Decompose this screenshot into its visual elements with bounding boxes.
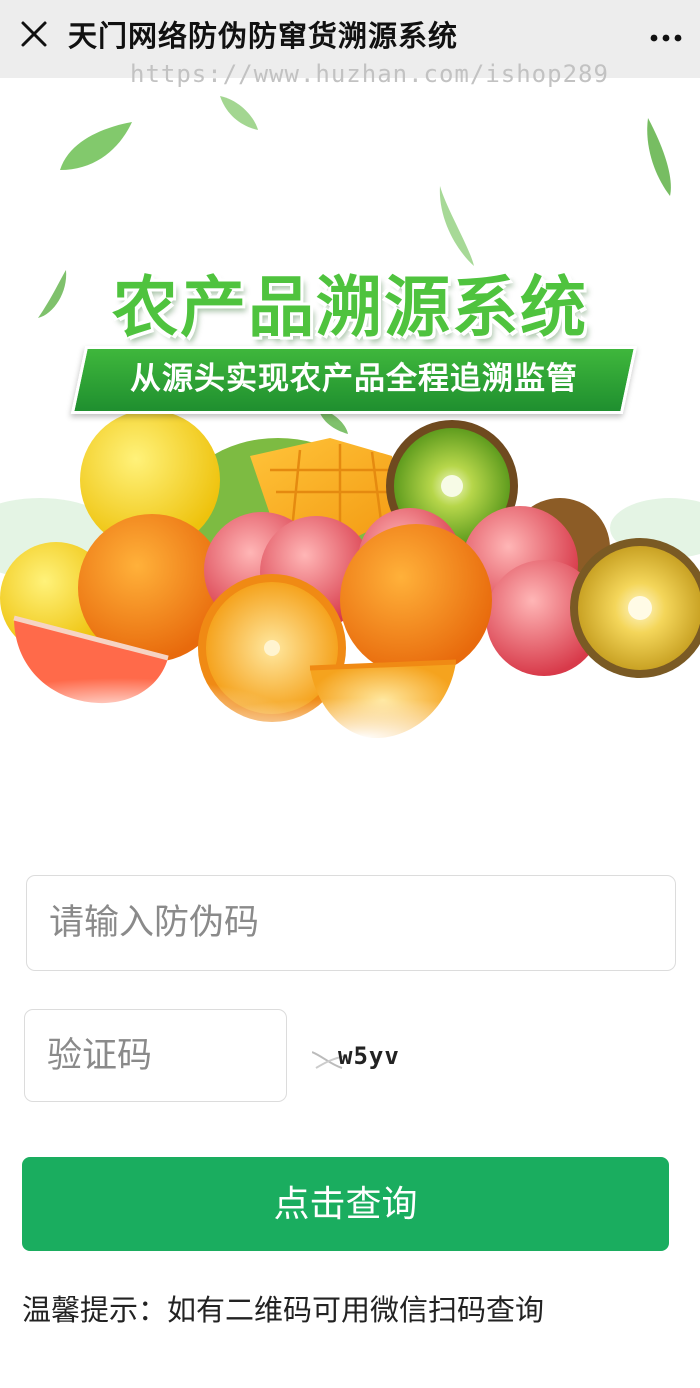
more-dots-icon[interactable] xyxy=(646,18,686,58)
banner-subtitle: 从源头实现农产品全程追溯监管 xyxy=(130,361,578,397)
page-title: 天门网络防伪防窜货溯源系统 xyxy=(68,19,459,53)
banner-image xyxy=(0,78,700,818)
captcha-text: w5yv xyxy=(338,1042,400,1070)
banner-headline: 农产品溯源系统 xyxy=(112,269,588,346)
watermark-text: https://www.huzhan.com/ishop289 xyxy=(130,60,609,88)
fruit-illustration xyxy=(0,96,700,818)
captcha-input[interactable] xyxy=(24,1009,287,1102)
tip-text: 温馨提示：如有二维码可用微信扫码查询 xyxy=(22,1293,545,1327)
query-button[interactable]: 点击查询 xyxy=(22,1157,669,1251)
close-icon[interactable] xyxy=(14,14,54,54)
anti-counterfeit-code-input[interactable] xyxy=(26,875,676,971)
